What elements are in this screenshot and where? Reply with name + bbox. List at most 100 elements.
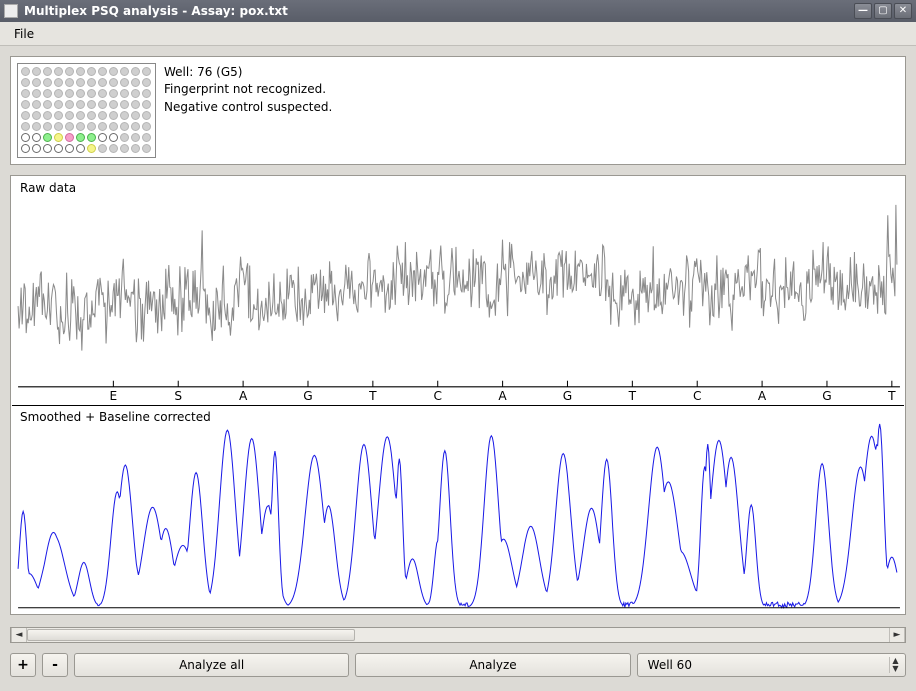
spinner-down-icon[interactable]: ▼ — [889, 665, 901, 673]
plate-well[interactable] — [32, 144, 41, 153]
plate-well[interactable] — [87, 122, 96, 131]
plate-well[interactable] — [109, 100, 118, 109]
zoom-in-button[interactable]: + — [10, 653, 36, 677]
plate-well[interactable] — [76, 111, 85, 120]
analyze-all-button[interactable]: Analyze all — [74, 653, 349, 677]
plate-well[interactable] — [131, 133, 140, 142]
plate-well[interactable] — [21, 144, 30, 153]
plate-well[interactable] — [65, 100, 74, 109]
plate-well[interactable] — [120, 100, 129, 109]
plate-well[interactable] — [65, 89, 74, 98]
plate-well[interactable] — [76, 122, 85, 131]
plate-well[interactable] — [65, 122, 74, 131]
plate-well[interactable] — [54, 111, 63, 120]
plate-well[interactable] — [65, 133, 74, 142]
plate-well[interactable] — [32, 89, 41, 98]
plate-well[interactable] — [98, 144, 107, 153]
plate-well[interactable] — [109, 78, 118, 87]
scroll-left-button[interactable]: ◄ — [11, 628, 27, 642]
plate-well[interactable] — [131, 78, 140, 87]
plate-well[interactable] — [54, 67, 63, 76]
plate-well[interactable] — [21, 122, 30, 131]
scroll-thumb[interactable] — [27, 629, 355, 641]
plate-well[interactable] — [131, 67, 140, 76]
plate-well[interactable] — [76, 100, 85, 109]
plate-grid[interactable] — [21, 67, 152, 154]
plate-well[interactable] — [43, 122, 52, 131]
minimize-button[interactable]: — — [854, 3, 872, 19]
plate-well[interactable] — [21, 67, 30, 76]
plate-well[interactable] — [87, 144, 96, 153]
plate-well[interactable] — [87, 67, 96, 76]
plate-well[interactable] — [76, 78, 85, 87]
plate-well[interactable] — [142, 144, 151, 153]
plate-well[interactable] — [98, 89, 107, 98]
plate-well[interactable] — [54, 122, 63, 131]
plate-well[interactable] — [43, 111, 52, 120]
plate-well[interactable] — [120, 67, 129, 76]
plate-well[interactable] — [76, 133, 85, 142]
plate-well[interactable] — [32, 78, 41, 87]
plate-well[interactable] — [43, 144, 52, 153]
plate-well[interactable] — [109, 122, 118, 131]
plate-well[interactable] — [76, 89, 85, 98]
plate-well[interactable] — [120, 78, 129, 87]
plate-well[interactable] — [43, 78, 52, 87]
plate-well[interactable] — [109, 67, 118, 76]
plate-well[interactable] — [43, 89, 52, 98]
plate-well[interactable] — [54, 100, 63, 109]
plate-well[interactable] — [109, 144, 118, 153]
plate-well[interactable] — [65, 67, 74, 76]
plate-well[interactable] — [32, 100, 41, 109]
plate-well[interactable] — [98, 78, 107, 87]
plate-well[interactable] — [43, 100, 52, 109]
plate-well[interactable] — [21, 78, 30, 87]
scroll-right-button[interactable]: ► — [889, 628, 905, 642]
plate-well[interactable] — [109, 111, 118, 120]
plate-well[interactable] — [131, 122, 140, 131]
plate-well[interactable] — [109, 89, 118, 98]
plate-well[interactable] — [21, 133, 30, 142]
plate-well[interactable] — [98, 111, 107, 120]
plate-well[interactable] — [142, 89, 151, 98]
plate-well[interactable] — [21, 111, 30, 120]
plate-well[interactable] — [43, 133, 52, 142]
horizontal-scrollbar[interactable]: ◄ ► — [10, 627, 906, 643]
plate-well[interactable] — [120, 144, 129, 153]
plate-well[interactable] — [76, 67, 85, 76]
plate-well[interactable] — [32, 67, 41, 76]
plate-well[interactable] — [65, 144, 74, 153]
close-button[interactable]: ✕ — [894, 3, 912, 19]
plate-well[interactable] — [21, 100, 30, 109]
plate-well[interactable] — [32, 133, 41, 142]
plate-well[interactable] — [142, 122, 151, 131]
spinner-arrows[interactable]: ▲ ▼ — [889, 657, 901, 673]
plate-well[interactable] — [131, 144, 140, 153]
plate-well[interactable] — [54, 144, 63, 153]
plate-well[interactable] — [54, 89, 63, 98]
plate-well[interactable] — [87, 100, 96, 109]
plate-well[interactable] — [109, 133, 118, 142]
well-spinner[interactable]: Well 60 ▲ ▼ — [637, 653, 906, 677]
plate-well[interactable] — [142, 133, 151, 142]
plate-well[interactable] — [98, 100, 107, 109]
plate-well[interactable] — [142, 100, 151, 109]
plate-well[interactable] — [120, 111, 129, 120]
plate-well[interactable] — [131, 111, 140, 120]
plate-well[interactable] — [142, 78, 151, 87]
maximize-button[interactable]: ▢ — [874, 3, 892, 19]
zoom-out-button[interactable]: - — [42, 653, 68, 677]
plate-well[interactable] — [87, 111, 96, 120]
plate-well[interactable] — [120, 89, 129, 98]
plate-well[interactable] — [131, 100, 140, 109]
plate-well[interactable] — [142, 67, 151, 76]
plate-well[interactable] — [98, 67, 107, 76]
plate-well[interactable] — [43, 67, 52, 76]
plate-well[interactable] — [65, 111, 74, 120]
menu-file[interactable]: File — [6, 25, 42, 43]
plate-well[interactable] — [32, 122, 41, 131]
plate-map[interactable] — [17, 63, 156, 158]
plate-well[interactable] — [65, 78, 74, 87]
scroll-track[interactable] — [27, 628, 889, 642]
plate-well[interactable] — [32, 111, 41, 120]
